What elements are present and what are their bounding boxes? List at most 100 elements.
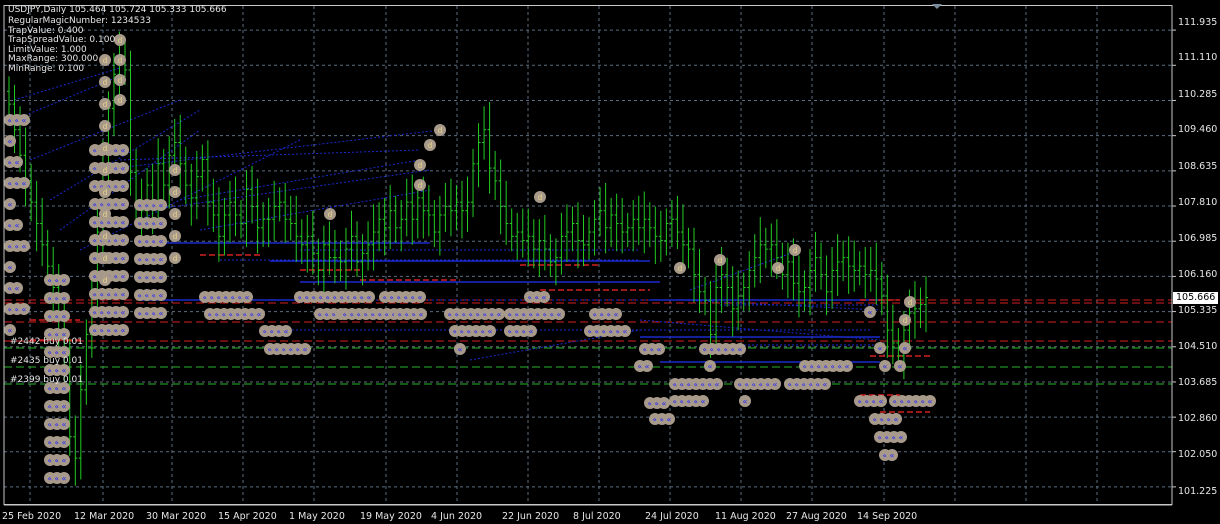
trade-marker: d xyxy=(169,230,181,242)
trade-marker: d xyxy=(169,252,181,264)
svg-text:«: « xyxy=(8,326,13,335)
trade-marker: « xyxy=(155,271,167,283)
svg-text:«: « xyxy=(662,399,667,408)
trade-marker: d xyxy=(99,98,111,110)
svg-text:d: d xyxy=(418,181,423,190)
svg-text:«: « xyxy=(557,310,562,319)
trade-marker: « xyxy=(819,378,831,390)
svg-text:«: « xyxy=(121,308,126,317)
price-tick-label: 109.460 xyxy=(1178,124,1218,135)
trade-marker: « xyxy=(484,325,496,337)
trade-marker: « xyxy=(155,289,167,301)
trade-marker: « xyxy=(610,308,622,320)
order-label[interactable]: #2435 buy 0.01 xyxy=(10,356,83,366)
svg-text:d: d xyxy=(103,78,108,87)
svg-text:d: d xyxy=(173,232,178,241)
trade-marker: « xyxy=(18,177,30,189)
trade-marker: d xyxy=(114,94,126,106)
svg-text:d: d xyxy=(103,56,108,65)
svg-text:«: « xyxy=(121,254,126,263)
order-label[interactable]: #2399 buy 0.01 xyxy=(10,375,83,385)
svg-text:«: « xyxy=(22,242,27,251)
time-tick-label: 27 Aug 2020 xyxy=(786,511,847,522)
trade-marker: d xyxy=(324,208,336,220)
svg-text:d: d xyxy=(173,210,178,219)
trade-marker: « xyxy=(155,235,167,247)
price-tick-label: 103.685 xyxy=(1178,377,1218,388)
svg-text:«: « xyxy=(62,312,67,321)
svg-text:«: « xyxy=(890,451,895,460)
trade-marker: « xyxy=(58,418,70,430)
trade-marker: « xyxy=(117,234,129,246)
svg-text:d: d xyxy=(118,56,123,65)
svg-text:«: « xyxy=(121,272,126,281)
trade-marker: « xyxy=(4,135,16,147)
svg-text:d: d xyxy=(118,76,123,85)
svg-text:d: d xyxy=(118,36,123,45)
svg-text:«: « xyxy=(159,219,164,228)
svg-text:«: « xyxy=(245,293,250,302)
time-tick-label: 19 May 2020 xyxy=(360,511,422,522)
time-tick-label: 11 Aug 2020 xyxy=(715,511,776,522)
svg-text:«: « xyxy=(715,380,720,389)
svg-text:«: « xyxy=(257,310,262,319)
trade-marker: d xyxy=(99,142,111,154)
info-line: MinRange: 0.100 xyxy=(8,63,85,74)
svg-text:«: « xyxy=(367,293,372,302)
trade-marker: « xyxy=(241,291,253,303)
trade-marker: d xyxy=(99,54,111,66)
trade-marker: d xyxy=(99,186,111,198)
svg-text:d: d xyxy=(173,166,178,175)
svg-text:«: « xyxy=(121,200,126,209)
svg-text:d: d xyxy=(103,100,108,109)
svg-text:«: « xyxy=(15,221,20,230)
trade-marker: « xyxy=(117,180,129,192)
trade-marker: « xyxy=(18,303,30,315)
price-tick-label: 111.110 xyxy=(1178,52,1218,63)
trade-marker: « xyxy=(553,308,565,320)
price-chart[interactable]: « « « « « « « « « « « « « « « « « « « « « « « « « « « « « « « « « « « « « « « «… xyxy=(0,0,1220,524)
svg-text:«: « xyxy=(899,433,904,442)
trade-marker: « xyxy=(841,360,853,372)
svg-text:d: d xyxy=(418,161,423,170)
svg-text:«: « xyxy=(303,345,308,354)
trade-marker: « xyxy=(899,342,911,354)
trade-marker: « xyxy=(299,343,311,355)
price-tick-label: 107.810 xyxy=(1178,197,1218,208)
svg-text:«: « xyxy=(22,116,27,125)
svg-text:«: « xyxy=(8,137,13,146)
svg-text:d: d xyxy=(718,256,723,265)
price-tick-label: 111.935 xyxy=(1178,17,1218,28)
trade-marker: « xyxy=(697,395,709,407)
trade-marker: d xyxy=(789,244,801,256)
svg-text:d: d xyxy=(103,144,108,153)
trade-marker: « xyxy=(739,395,751,407)
svg-text:«: « xyxy=(22,305,27,314)
trade-marker: « xyxy=(18,114,30,126)
trade-marker: « xyxy=(663,413,675,425)
trade-marker: « xyxy=(58,274,70,286)
order-label[interactable]: #2442 buy 0.01 xyxy=(10,337,83,347)
price-tick-label: 101.225 xyxy=(1178,486,1218,497)
svg-text:«: « xyxy=(22,179,27,188)
time-tick-label: 25 Feb 2020 xyxy=(2,511,62,522)
trade-marker: d xyxy=(169,164,181,176)
trade-marker: d xyxy=(169,186,181,198)
trade-marker: « xyxy=(4,324,16,336)
svg-text:«: « xyxy=(15,284,20,293)
trade-marker: « xyxy=(280,325,292,337)
trade-marker: « xyxy=(734,343,746,355)
svg-text:d: d xyxy=(428,141,433,150)
trade-marker: « xyxy=(493,308,505,320)
trade-marker: « xyxy=(704,360,716,372)
trade-marker: d xyxy=(99,252,111,264)
svg-text:«: « xyxy=(657,345,662,354)
chart-window[interactable]: « « « « « « « « « « « « « « « « « « « « « « « « « « « « « « « « « « « « « « « «… xyxy=(0,0,1220,524)
svg-text:d: d xyxy=(538,193,543,202)
svg-text:«: « xyxy=(121,182,126,191)
svg-text:d: d xyxy=(908,298,913,307)
trade-marker: « xyxy=(414,291,426,303)
svg-text:«: « xyxy=(419,310,424,319)
svg-text:d: d xyxy=(118,96,123,105)
svg-text:«: « xyxy=(15,158,20,167)
